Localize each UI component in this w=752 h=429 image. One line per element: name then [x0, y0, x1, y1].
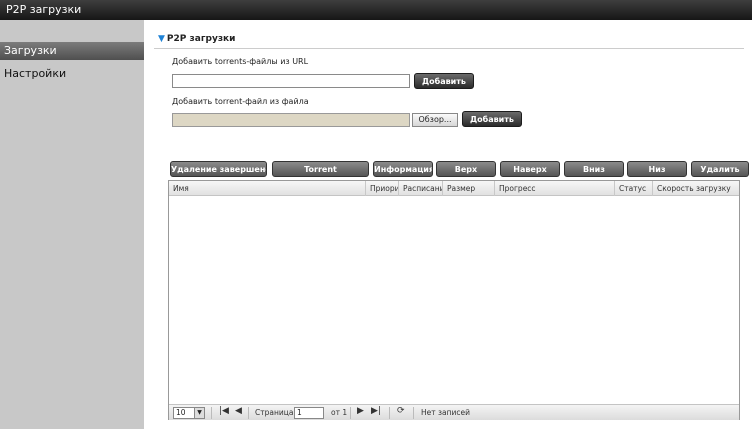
col-priority[interactable]: Приори: [366, 181, 399, 196]
page-size-select[interactable]: 10 ▼: [173, 407, 205, 419]
first-page-icon[interactable]: |◀: [219, 406, 229, 416]
sidebar: Загрузки Настройки: [0, 20, 144, 429]
page-number-input[interactable]: 1: [294, 407, 324, 419]
delete-button[interactable]: Удалить: [691, 161, 749, 177]
next-page-icon[interactable]: ▶: [357, 406, 364, 416]
pager-separator: [211, 407, 212, 419]
sidebar-item-settings[interactable]: Настройки: [0, 65, 144, 83]
add-url-button[interactable]: Добавить: [414, 73, 474, 89]
table-pager: 10 ▼ |◀ ◀ Страница 1 от 1 ▶ ▶| ⟳ Нет зап…: [169, 404, 739, 420]
pager-separator: [413, 407, 414, 419]
bottom-button[interactable]: Низ: [627, 161, 687, 177]
col-name[interactable]: Имя: [169, 181, 366, 196]
last-page-icon[interactable]: ▶|: [371, 406, 381, 416]
pager-separator: [248, 407, 249, 419]
col-download-speed[interactable]: Скорость загрузку: [653, 181, 739, 196]
col-schedule[interactable]: Расписани: [399, 181, 443, 196]
app-title-bar: P2P загрузки: [0, 0, 752, 20]
page-label: Страница: [255, 408, 294, 417]
info-button[interactable]: Информация: [373, 161, 433, 177]
refresh-icon[interactable]: ⟳: [397, 406, 405, 416]
sidebar-item-downloads[interactable]: Загрузки: [0, 42, 144, 60]
page-count-label: от 1: [331, 408, 348, 417]
col-size[interactable]: Размер: [443, 181, 495, 196]
pager-separator: [389, 407, 390, 419]
section-header[interactable]: ▼ P2P загрузки: [158, 34, 235, 44]
col-progress[interactable]: Прогресс: [495, 181, 615, 196]
file-label: Добавить torrent-файл из файла: [172, 97, 309, 106]
add-file-button[interactable]: Добавить: [462, 111, 522, 127]
app-title: P2P загрузки: [6, 3, 82, 16]
down-button[interactable]: Вниз: [564, 161, 624, 177]
section-title: P2P загрузки: [166, 34, 236, 44]
downloads-table: Имя Приори Расписани Размер Прогресс Ста…: [168, 180, 740, 420]
records-status: Нет записей: [421, 408, 470, 417]
collapse-triangle-icon[interactable]: ▼: [158, 34, 165, 44]
up-button[interactable]: Наверх: [500, 161, 560, 177]
col-status[interactable]: Статус: [615, 181, 653, 196]
prev-page-icon[interactable]: ◀: [235, 406, 242, 416]
url-label: Добавить torrents-файлы из URL: [172, 57, 309, 66]
remove-completed-button[interactable]: Удаление завершено: [170, 161, 267, 177]
url-input[interactable]: [172, 74, 410, 88]
chevron-down-icon[interactable]: ▼: [194, 408, 204, 418]
file-path-input[interactable]: [172, 113, 410, 127]
section-divider: [154, 48, 744, 49]
main-content: ▼ P2P загрузки Добавить torrents-файлы и…: [144, 20, 752, 429]
pager-separator: [350, 407, 351, 419]
table-header: Имя Приори Расписани Размер Прогресс Ста…: [169, 181, 739, 196]
torrent-button[interactable]: Torrent: [272, 161, 369, 177]
page-size-value: 10: [176, 408, 186, 417]
top-button[interactable]: Верх: [436, 161, 496, 177]
browse-button[interactable]: Обзор...: [412, 113, 458, 127]
